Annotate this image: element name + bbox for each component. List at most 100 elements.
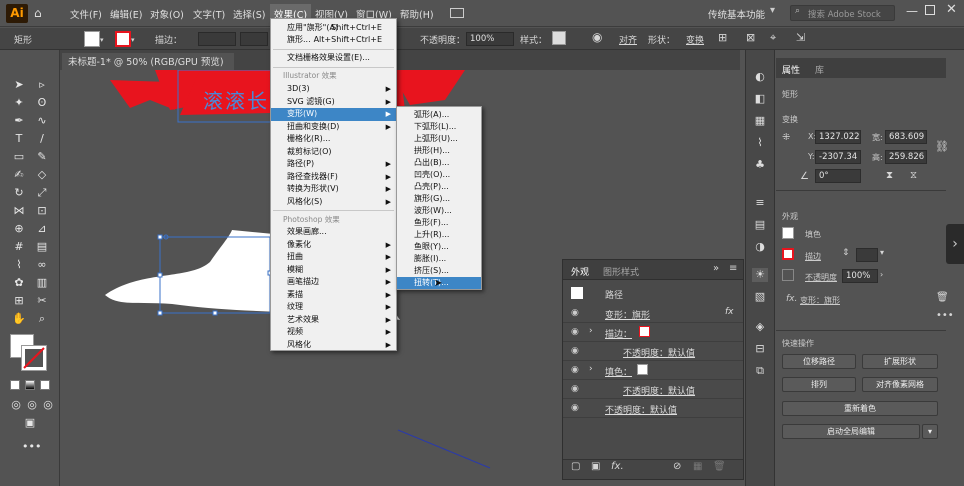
line-tool-icon[interactable]: / (34, 132, 50, 146)
chevron-down-icon[interactable]: ▾ (880, 248, 884, 257)
delete-icon[interactable]: 🗑 (713, 461, 726, 472)
x-field[interactable]: 1327.022 (815, 130, 861, 144)
lasso-icon[interactable]: ʘ (34, 96, 50, 110)
more-tools-icon[interactable]: ••• (22, 440, 41, 454)
gradient-panel-icon[interactable]: ▤ (752, 218, 768, 232)
expand-icon[interactable]: › (589, 326, 593, 336)
slice-tool-icon[interactable]: ✂ (34, 294, 50, 308)
menu-object[interactable]: 对象(O) (150, 7, 184, 21)
selection-tool-icon[interactable]: ➤ (11, 78, 27, 92)
opacity-row[interactable]: ◉ 不透明度：默认值 (563, 399, 743, 418)
swatches-icon[interactable]: ▦ (752, 114, 768, 128)
menu-edit[interactable]: 编辑(E) (110, 7, 142, 21)
effect-pathfinder[interactable]: 路径查找器(F) ▶ (271, 171, 396, 184)
ps-texture[interactable]: 纹理 ▶ (271, 301, 396, 314)
warp-arch[interactable]: 拱形(H)... (397, 145, 481, 157)
brushes-icon[interactable]: ⌇ (752, 136, 768, 150)
warp-fisheye[interactable]: 鱼眼(Y)... (397, 241, 481, 253)
direct-selection-tool-icon[interactable]: ▹ (34, 78, 50, 92)
add-fill-icon[interactable]: ▣ (591, 461, 600, 472)
color-panel-icon[interactable]: ◐ (752, 70, 768, 84)
fill-row[interactable]: ◉ › 填色： (563, 361, 743, 380)
stroke-row[interactable]: ◉ › 描边： (563, 323, 743, 342)
transform-link[interactable]: 变换 (686, 33, 704, 46)
symbols-icon[interactable]: ♣ (752, 158, 768, 172)
color-mode-icon[interactable] (10, 380, 20, 390)
warp-bulge[interactable]: 凸出(B)... (397, 157, 481, 169)
stroke-opacity-row[interactable]: ◉ 不透明度：默认值 (563, 342, 743, 361)
graphic-styles-icon[interactable]: ▧ (752, 290, 768, 304)
effect-path[interactable]: 路径(P) ▶ (271, 158, 396, 171)
tab-graphic-styles[interactable]: 图形样式 (603, 265, 639, 278)
warp-wave[interactable]: 波形(W)... (397, 205, 481, 217)
ps-pixelate[interactable]: 像素化 ▶ (271, 239, 396, 252)
color-guide-icon[interactable]: ◧ (752, 92, 768, 106)
flip-horizontal-icon[interactable]: ⧗ (886, 170, 893, 181)
artboards-icon[interactable]: ⊟ (752, 342, 768, 356)
reference-point-icon[interactable]: ⁜ (782, 132, 790, 143)
maximize-icon[interactable] (925, 5, 935, 15)
warp-shell-upper[interactable]: 凸壳(P)... (397, 181, 481, 193)
symbol-sprayer-icon[interactable]: ✿ (11, 276, 27, 290)
warp-flag[interactable]: 旗形(G)... (397, 193, 481, 205)
warp-arc[interactable]: 弧形(A)... (397, 109, 481, 121)
fill-swatch[interactable] (637, 364, 648, 375)
rectangle-tool-icon[interactable]: ▭ (11, 150, 27, 164)
chevron-down-icon[interactable]: ▾ (100, 36, 104, 44)
add-effect-icon[interactable]: fx. (611, 461, 624, 472)
free-transform-icon[interactable]: ⊡ (34, 204, 50, 218)
fill-swatch[interactable] (782, 227, 794, 239)
effect-svg-filters[interactable]: SVG 滤镜(G) ▶ (271, 96, 396, 109)
global-edit-button[interactable]: 启动全局编辑 (782, 424, 920, 439)
chevron-right-icon[interactable]: › (946, 224, 964, 264)
effect-link[interactable]: 变形：旗形 (800, 295, 840, 306)
eye-icon[interactable]: ◉ (571, 365, 579, 375)
blend-tool-icon[interactable]: ∞ (34, 258, 50, 272)
draw-inside-icon[interactable]: ◎ (40, 398, 56, 412)
angle-field[interactable]: 0° (815, 169, 861, 183)
eyedropper-icon[interactable]: ⌇ (11, 258, 27, 272)
delete-icon[interactable]: 🗑 (936, 292, 949, 303)
more-options-icon[interactable]: ••• (936, 310, 954, 321)
magic-wand-icon[interactable]: ✦ (11, 96, 27, 110)
graphic-style-swatch[interactable] (552, 31, 566, 45)
perspective-grid-icon[interactable]: ⊿ (34, 222, 50, 236)
clear-appearance-icon[interactable]: ⊘ (673, 461, 681, 472)
collapse-icon[interactable]: » (713, 263, 719, 274)
stroke-weight-field[interactable] (856, 248, 878, 262)
column-graph-icon[interactable]: ▥ (34, 276, 50, 290)
hand-tool-icon[interactable]: ✋ (11, 312, 27, 326)
align-link[interactable]: 对齐 (619, 33, 637, 46)
arrange-button[interactable]: 排列 (782, 377, 856, 392)
ps-blur[interactable]: 模糊 ▶ (271, 264, 396, 277)
ps-video[interactable]: 视频 ▶ (271, 326, 396, 339)
stroke-swatch[interactable] (115, 31, 131, 47)
arrange-icon[interactable]: ⌖ (770, 31, 776, 45)
gradient-mode-icon[interactable] (25, 380, 35, 390)
workspace-switcher[interactable]: 传统基本功能 (708, 7, 765, 21)
transparency-icon[interactable]: ◑ (752, 240, 768, 254)
ps-effect-gallery[interactable]: 效果画廊... (271, 226, 396, 239)
effect-stylize[interactable]: 风格化(S) ▶ (271, 196, 396, 209)
stroke-swatch[interactable] (639, 326, 650, 337)
stroke-swatch[interactable] (782, 248, 794, 260)
layers-icon[interactable]: ◈ (752, 320, 768, 334)
warp-inflate[interactable]: 膨胀(I)... (397, 253, 481, 265)
width-field[interactable]: 683.609 (885, 130, 927, 144)
chevron-down-icon[interactable]: ▾ (922, 424, 938, 439)
warp-rise[interactable]: 上升(R)... (397, 229, 481, 241)
stepper-icon[interactable]: ⇕ (842, 248, 850, 258)
warp-arc-lower[interactable]: 下弧形(L)... (397, 121, 481, 133)
home-icon[interactable]: ⌂ (34, 6, 42, 20)
menu-file[interactable]: 文件(F) (70, 7, 102, 21)
minimize-icon[interactable]: — (906, 4, 918, 18)
add-stroke-icon[interactable]: ▢ (571, 461, 580, 472)
expand-shape-button[interactable]: 扩展形状 (862, 354, 938, 369)
variable-width-field[interactable] (240, 32, 268, 46)
duplicate-item-icon[interactable]: ▦ (693, 461, 702, 472)
type-tool-icon[interactable]: T (11, 132, 27, 146)
effect-rasterize[interactable]: 栅格化(R)... (271, 133, 396, 146)
ps-brush-strokes[interactable]: 画笔描边 ▶ (271, 276, 396, 289)
stroke-weight-field[interactable] (198, 32, 236, 46)
draw-normal-icon[interactable]: ◎ (8, 398, 24, 412)
